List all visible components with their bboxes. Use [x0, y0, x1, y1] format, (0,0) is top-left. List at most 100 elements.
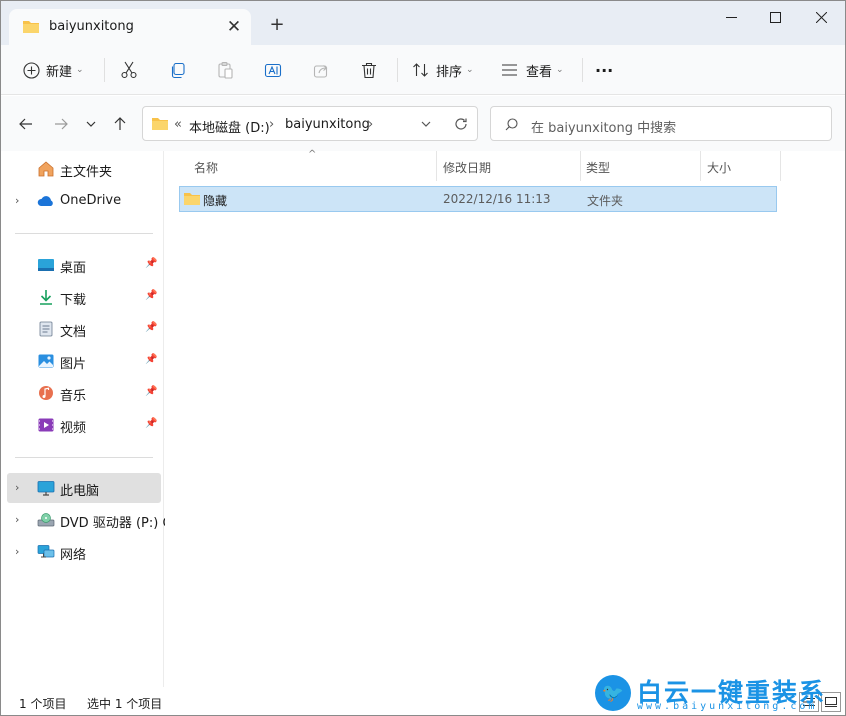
column-header-modified[interactable]: 修改日期 [443, 159, 491, 176]
sidebar-item-downloads[interactable]: 下载 📌 [7, 282, 161, 312]
sidebar-divider [15, 457, 153, 458]
view-list-icon [501, 63, 518, 77]
sidebar-item-network[interactable]: › 网络 [7, 537, 161, 567]
network-icon [37, 544, 55, 560]
rename-icon [264, 62, 282, 79]
breadcrumb-drive[interactable]: 本地磁盘 (D:) [189, 117, 270, 136]
maximize-icon [770, 12, 781, 23]
trash-icon [361, 62, 377, 79]
pin-icon[interactable]: 📌 [145, 418, 157, 429]
sort-button[interactable]: 排序 ⌄ [412, 57, 474, 83]
paste-button[interactable] [217, 57, 234, 83]
view-label: 查看 [526, 61, 552, 80]
sidebar-item-videos[interactable]: 视频 📌 [7, 410, 161, 440]
sidebar-item-dvd-drive[interactable]: › DVD 驱动器 (P:) C [7, 505, 161, 535]
close-tab-icon[interactable]: ✕ [223, 16, 245, 38]
close-window-button[interactable] [798, 1, 844, 33]
divider [397, 58, 398, 82]
document-icon [37, 321, 55, 337]
pictures-icon [37, 353, 55, 369]
pin-icon[interactable]: 📌 [145, 386, 157, 397]
delete-button[interactable] [361, 57, 377, 83]
dvd-drive-icon [37, 512, 55, 528]
arrow-right-icon [54, 118, 68, 130]
column-divider[interactable] [580, 151, 581, 181]
column-divider[interactable] [780, 151, 781, 181]
column-divider[interactable] [436, 151, 437, 181]
folder-icon [22, 19, 40, 34]
pin-icon[interactable]: 📌 [145, 354, 157, 365]
maximize-button[interactable] [752, 1, 798, 33]
cloud-icon [37, 193, 55, 209]
sidebar-item-home[interactable]: 主文件夹 [7, 154, 161, 184]
breadcrumb-folder[interactable]: baiyunxitong [285, 117, 370, 132]
sidebar-item-pictures[interactable]: 图片 📌 [7, 346, 161, 376]
chevron-down-icon: ⌄ [466, 65, 474, 75]
minimize-icon [726, 12, 737, 23]
sidebar-item-label: 文档 [60, 321, 86, 340]
pin-icon[interactable]: 📌 [145, 258, 157, 269]
file-explorer-window: baiyunxitong ✕ + 新建 ⌄ [0, 0, 846, 716]
tab-baiyunxitong[interactable]: baiyunxitong ✕ [9, 9, 251, 45]
title-bar: baiyunxitong ✕ + [1, 1, 845, 45]
chevron-down-icon: ⌄ [76, 65, 84, 75]
chevron-right-icon[interactable]: › [15, 481, 19, 494]
sidebar-item-music[interactable]: 音乐 📌 [7, 378, 161, 408]
new-label: 新建 [46, 61, 72, 80]
new-tab-button[interactable]: + [266, 14, 288, 36]
recent-locations-button[interactable] [81, 114, 101, 134]
sidebar-item-label: 音乐 [60, 385, 86, 404]
pin-icon[interactable]: 📌 [145, 322, 157, 333]
chevron-right-icon[interactable]: › [15, 513, 19, 526]
chevron-down-icon[interactable] [421, 121, 431, 127]
chevron-right-icon[interactable]: › [15, 545, 19, 558]
sidebar-item-documents[interactable]: 文档 📌 [7, 314, 161, 344]
divider [582, 58, 583, 82]
cut-button[interactable] [120, 57, 138, 83]
sort-ascending-icon: ^ [308, 149, 316, 160]
breadcrumb-separator-icon: › [269, 117, 274, 132]
share-icon [313, 62, 330, 79]
file-name: 隐藏 [203, 192, 227, 209]
minimize-button[interactable] [708, 1, 754, 33]
back-button[interactable] [16, 114, 36, 134]
sidebar-item-label: DVD 驱动器 (P:) C [60, 512, 172, 531]
search-box[interactable]: 在 baiyunxitong 中搜索 [490, 106, 832, 141]
search-placeholder: 在 baiyunxitong 中搜索 [531, 117, 676, 136]
up-button[interactable] [110, 114, 130, 134]
rename-button[interactable] [264, 57, 282, 83]
more-options-button[interactable]: ··· [595, 57, 613, 83]
forward-button[interactable] [51, 114, 71, 134]
column-header-name[interactable]: 名称 [194, 159, 218, 176]
address-bar[interactable]: « 本地磁盘 (D:) › baiyunxitong › [142, 106, 478, 141]
copy-button[interactable] [169, 57, 186, 83]
column-divider[interactable] [700, 151, 701, 181]
refresh-icon[interactable] [454, 117, 468, 131]
file-type: 文件夹 [587, 192, 623, 209]
sidebar-item-this-pc[interactable]: › 此电脑 [7, 473, 161, 503]
file-list: ^ 名称 修改日期 类型 大小 隐藏 2022/12/16 11:13 文件夹 [165, 151, 846, 687]
video-icon [37, 417, 55, 433]
tab-title: baiyunxitong [49, 19, 134, 34]
folder-icon [151, 116, 169, 131]
sidebar-item-desktop[interactable]: 桌面 📌 [7, 250, 161, 280]
file-row[interactable]: 隐藏 2022/12/16 11:13 文件夹 [179, 186, 777, 212]
share-button[interactable] [313, 57, 330, 83]
arrow-left-icon [19, 118, 33, 130]
sidebar-item-label: 网络 [60, 544, 86, 563]
sidebar-item-label: 主文件夹 [60, 161, 112, 180]
sort-icon [412, 62, 430, 78]
search-icon [505, 118, 518, 131]
pin-icon[interactable]: 📌 [145, 290, 157, 301]
breadcrumb-separator-icon: › [368, 117, 373, 132]
chevron-right-icon[interactable]: › [15, 194, 19, 207]
divider [104, 58, 105, 82]
overflow-chevron-icon[interactable]: « [174, 117, 182, 132]
view-button[interactable]: 查看 ⌄ [501, 57, 564, 83]
column-header-type[interactable]: 类型 [586, 159, 610, 176]
sidebar-item-onedrive[interactable]: › OneDrive [7, 186, 161, 216]
new-button[interactable]: 新建 ⌄ [23, 57, 84, 83]
column-header-size[interactable]: 大小 [707, 159, 731, 176]
chevron-down-icon [86, 121, 96, 127]
watermark-url: www.baiyunxitong.com [637, 701, 817, 712]
